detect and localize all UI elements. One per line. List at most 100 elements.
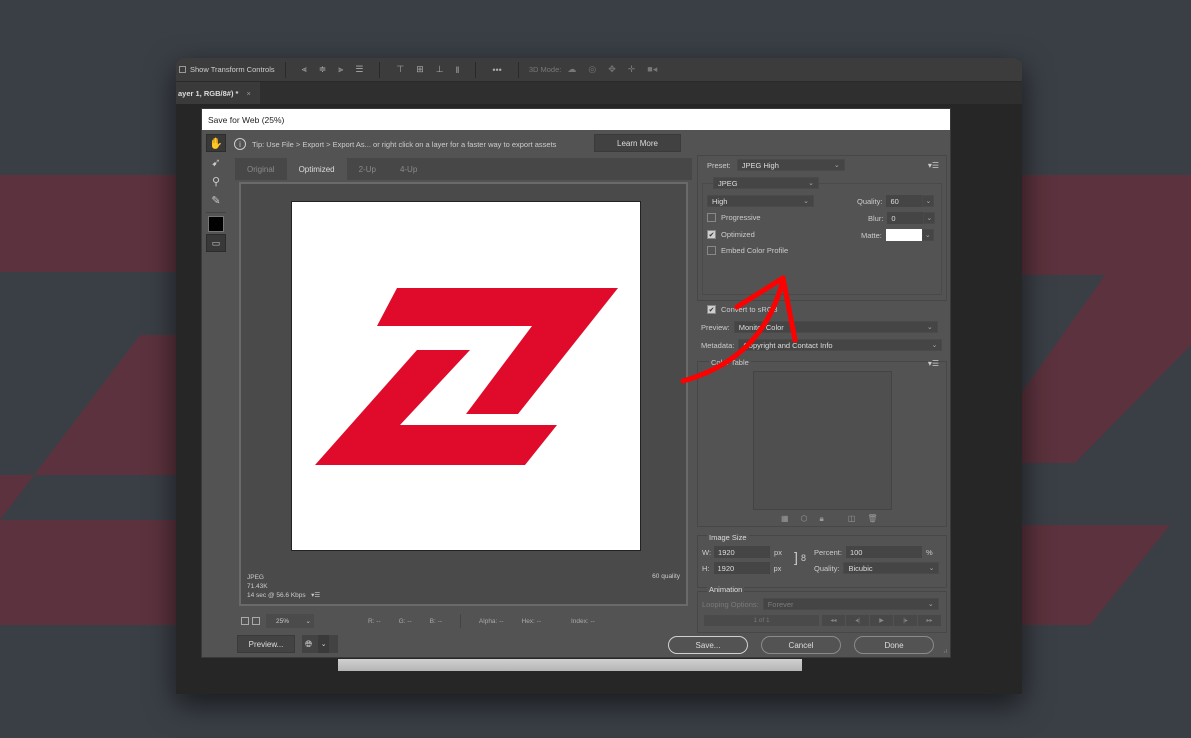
align-left-icon[interactable]: ⫷ (302, 64, 307, 75)
tab-original[interactable]: Original (235, 158, 287, 180)
quality-input[interactable]: 60 (886, 195, 923, 207)
matte-dropdown[interactable]: ⌄ (921, 229, 934, 241)
tab-4-up[interactable]: 4-Up (388, 158, 429, 180)
previous-frame-button[interactable]: ◂| (846, 615, 869, 626)
blur-slider-button[interactable]: ⌄ (923, 212, 936, 224)
align-center-icon[interactable]: ≑ (319, 64, 327, 75)
height-input[interactable]: 1920 (713, 562, 770, 574)
matte-color-swatch[interactable] (885, 229, 922, 241)
format-value: JPEG (718, 178, 738, 188)
speed-menu-icon[interactable]: ▾☰ (307, 592, 320, 599)
quality-info: 60 quality (652, 573, 680, 580)
chevron-down-icon: ⌄ (925, 198, 932, 205)
metadata-select[interactable]: Copyright and Contact Info ⌄ (738, 339, 943, 351)
3d-orbit-icon[interactable]: ☁ (567, 64, 576, 75)
last-frame-button[interactable]: ▸▸ (918, 615, 941, 626)
toggle-slices-visibility[interactable]: ▭ (206, 234, 226, 252)
align-top-icon[interactable]: ⊤ (396, 64, 404, 75)
map-transparent-icon[interactable]: ▦ (781, 514, 789, 524)
play-button[interactable]: ▶ (870, 615, 893, 626)
color-table[interactable] (753, 371, 892, 510)
more-options-icon[interactable]: ••• (492, 65, 501, 75)
save-for-web-dialog: Save for Web (25%) ✋ ➹ ⚲ ✎ ▭ i Tip: Use … (201, 108, 951, 658)
percent-label: Percent: (814, 547, 842, 557)
link-icon[interactable]: 8 (801, 553, 806, 563)
metadata-label: Metadata: (701, 340, 735, 350)
compression-value: High (712, 196, 728, 206)
blur-input[interactable]: 0 (887, 212, 924, 224)
chevron-down-icon: ⌄ (931, 342, 938, 349)
cancel-button[interactable]: Cancel (761, 636, 841, 654)
percent-input[interactable]: 100 (845, 546, 922, 558)
resample-quality-select[interactable]: Bicubic ⌄ (843, 562, 940, 574)
3d-slide-icon[interactable]: ✛ (628, 64, 636, 75)
preview-select[interactable]: Monitor Color ⌄ (733, 321, 938, 333)
eyedropper-color-swatch[interactable] (208, 216, 224, 232)
blur-label: Blur: (868, 213, 884, 223)
first-frame-button[interactable]: ◂◂ (822, 615, 845, 626)
chevron-down-icon: ⌄ (808, 180, 814, 187)
preview-button[interactable]: Preview... (237, 635, 295, 653)
animation-controls: ◂◂ ◂| ▶ |▸ ▸▸ (822, 615, 941, 626)
slice-select-tool[interactable]: ➹ (206, 153, 226, 171)
color-table-menu-icon[interactable]: ▾☰ (928, 359, 939, 368)
document-tabs (176, 82, 1022, 104)
tab-optimized[interactable]: Optimized (286, 158, 347, 180)
3d-pan-icon[interactable]: ✥ (608, 64, 616, 75)
preview-canvas[interactable]: JPEG 71.43K 14 sec @ 56.6 Kbps ▾☰ 60 qua… (239, 182, 688, 606)
divider (284, 61, 286, 78)
width-label: W: (702, 547, 712, 557)
zoom-level-select[interactable]: 25% ⌄ (266, 614, 314, 628)
delete-color-icon[interactable]: 🗑︎ (867, 514, 877, 524)
looping-options-label: Looping Options: (702, 599, 759, 609)
browser-preview-button[interactable]: 🌐︎ ⌄ (302, 635, 338, 653)
close-tab-icon[interactable]: × (246, 89, 250, 98)
settings-menu-icon[interactable]: ▾☰ (928, 161, 939, 170)
slices-icon: ▭ (211, 237, 221, 248)
3d-roll-icon[interactable]: ◎ (588, 64, 596, 75)
optimized-info: JPEG 71.43K 14 sec @ 56.6 Kbps ▾☰ (247, 573, 320, 600)
preview-value: Monitor Color (738, 322, 784, 332)
looping-options-select[interactable]: Forever ⌄ (762, 598, 939, 610)
embed-color-profile-label: Embed Color Profile (721, 246, 789, 255)
new-color-icon[interactable]: ◫ (848, 514, 856, 524)
align-right-icon[interactable]: ⫸ (338, 64, 343, 75)
hand-tool[interactable]: ✋ (206, 134, 226, 152)
format-text: JPEG (247, 574, 264, 581)
distribute-icon[interactable]: ☰ (355, 64, 363, 75)
zoom-out-button[interactable] (241, 617, 249, 625)
progressive-checkbox[interactable] (707, 213, 716, 222)
quality-slider-button[interactable]: ⌄ (922, 195, 935, 207)
next-frame-button[interactable]: |▸ (894, 615, 917, 626)
align-middle-icon[interactable]: ⊞ (416, 64, 424, 75)
show-transform-controls[interactable]: Show Transform Controls (176, 58, 275, 81)
save-button[interactable]: Save... (668, 636, 748, 654)
format-select[interactable]: JPEG ⌄ (713, 177, 819, 189)
zoom-tool[interactable]: ⚲ (206, 172, 226, 190)
file-size-text: 71.43K (247, 583, 268, 590)
lock-color-icon[interactable]: 🔒︎ (820, 514, 824, 524)
preview-image (291, 201, 641, 551)
download-time-text: 14 sec @ 56.6 Kbps ▾☰ (247, 591, 320, 600)
align-bottom-icon[interactable]: ⊥ (436, 64, 444, 75)
eyedropper-tool[interactable]: ✎ (206, 191, 226, 209)
web-shift-icon[interactable]: ⬡ (801, 514, 808, 524)
resize-grip-icon[interactable]: ⠴ (943, 647, 948, 655)
learn-more-button[interactable]: Learn More (594, 134, 681, 152)
document-tab[interactable]: ayer 1, RGB/8#) * × (176, 82, 260, 104)
compression-select[interactable]: High ⌄ (707, 195, 814, 207)
chevron-down-icon[interactable]: ⌄ (318, 635, 330, 653)
zoom-in-button[interactable] (252, 617, 260, 625)
quality-label: Quality: (857, 196, 883, 206)
tab-2-up[interactable]: 2-Up (347, 158, 388, 180)
3d-camera-icon[interactable]: ■◂ (647, 64, 657, 75)
embed-color-profile-checkbox[interactable] (707, 246, 716, 255)
preset-select[interactable]: JPEG High ⌄ (736, 159, 845, 171)
width-input[interactable]: 1920 (714, 546, 771, 558)
convert-srgb-checkbox[interactable]: ✔ (707, 305, 716, 314)
color-table-actions: ▦ ⬡ 🔒︎ ◫ 🗑︎ (781, 514, 878, 524)
transform-checkbox[interactable] (179, 66, 186, 73)
distribute-vertical-icon[interactable]: ‖ (456, 65, 460, 75)
optimized-checkbox[interactable]: ✔ (707, 230, 716, 239)
done-button[interactable]: Done (854, 636, 934, 654)
